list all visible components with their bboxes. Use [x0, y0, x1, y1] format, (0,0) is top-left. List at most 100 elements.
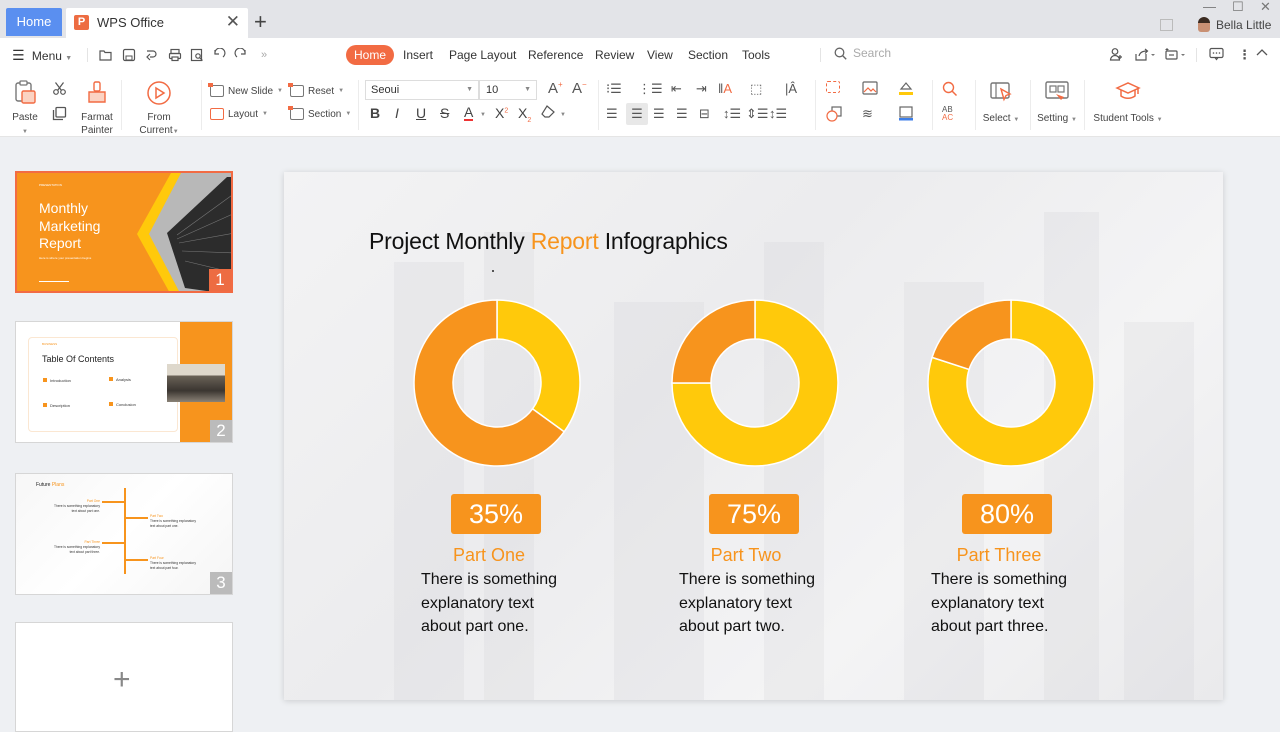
setting-button[interactable]: Setting ▼	[1036, 80, 1078, 127]
numbered-list-icon[interactable]: ⋮☰	[638, 81, 663, 97]
distribute-icon[interactable]: ⊟	[699, 106, 710, 122]
paragraph-spacing-icon[interactable]: ⇕☰	[746, 106, 769, 122]
outline-icon[interactable]	[898, 106, 914, 124]
more-commands-icon[interactable]: »	[257, 48, 271, 62]
reset-button[interactable]: Reset ▼	[288, 82, 344, 100]
user-account[interactable]: Bella Little	[1198, 17, 1271, 32]
minimize-icon[interactable]: —	[1203, 0, 1216, 14]
search-input[interactable]: Search	[834, 46, 891, 60]
align-left-icon[interactable]: ☰	[606, 106, 618, 122]
percent-badge-part-three[interactable]: 80%	[962, 494, 1052, 534]
main-menu-button[interactable]: ☰ Menu ▼	[12, 38, 72, 72]
donut-segment-remainder[interactable]	[931, 299, 1012, 371]
layout-button[interactable]: Layout ▼	[210, 105, 268, 123]
student-tools-button[interactable]: Student Tools ▼	[1092, 80, 1164, 127]
more-options-icon[interactable]: ⋮	[1238, 47, 1251, 63]
slide-thumbnail-3[interactable]: Future Plans Part One There is something …	[15, 473, 233, 595]
align-center-icon[interactable]: ☰	[626, 103, 648, 125]
increase-font-size-icon[interactable]: A+	[548, 80, 563, 97]
arrange-layers-icon[interactable]: ≋	[862, 106, 873, 122]
bullet-list-icon[interactable]: ⁝☰	[606, 81, 622, 97]
text-box-align-icon[interactable]: ⬚	[750, 81, 762, 97]
save-icon[interactable]	[122, 48, 136, 62]
print-icon[interactable]	[168, 48, 182, 62]
find-icon[interactable]	[942, 81, 958, 100]
tab-reference[interactable]: Reference	[528, 45, 583, 65]
part-two-description[interactable]: There is something explanatory text about …	[679, 568, 815, 639]
line-spacing-icon[interactable]: ↕☰	[723, 106, 741, 122]
add-slide-button[interactable]: +	[15, 622, 233, 732]
percent-badge-part-two[interactable]: 75%	[709, 494, 799, 534]
donut-chart-part-one[interactable]	[413, 299, 581, 467]
upload-share-icon[interactable]	[1134, 47, 1156, 65]
part-two-label[interactable]: Part Two	[646, 545, 846, 566]
percent-badge-part-one[interactable]: 35%	[451, 494, 541, 534]
tab-tools[interactable]: Tools	[742, 45, 770, 65]
slide-thumbnail-panel[interactable]: PRESENTATION Monthly Marketing Report He…	[0, 137, 262, 732]
fill-bucket-icon[interactable]	[898, 81, 914, 99]
tab-home[interactable]: Home	[346, 45, 395, 65]
current-slide[interactable]: Project Monthly Report Infographics 35% …	[284, 172, 1223, 700]
copy-icon[interactable]	[52, 106, 67, 126]
slide-editing-area[interactable]: Project Monthly Report Infographics 35% …	[262, 137, 1280, 720]
document-tab[interactable]: P WPS Office ✕	[66, 8, 248, 38]
redo-icon[interactable]	[234, 47, 248, 62]
comment-toolbar-icon[interactable]	[1164, 47, 1188, 65]
picture-icon[interactable]	[862, 81, 878, 98]
cut-icon[interactable]	[52, 81, 67, 101]
donut-segment-value[interactable]	[496, 299, 581, 433]
home-tab[interactable]: Home	[6, 8, 62, 36]
subscript-icon[interactable]: X2	[518, 105, 531, 124]
export-icon[interactable]	[145, 48, 159, 62]
maximize-icon[interactable]: ☐	[1232, 0, 1244, 15]
font-size-select[interactable]: 10 ▼	[479, 80, 537, 100]
tab-review[interactable]: Review	[595, 45, 634, 65]
slide-thumbnail-2[interactable]: BUSINESS Table Of Contents Introduction …	[15, 321, 233, 443]
close-tab-icon[interactable]: ✕	[226, 12, 240, 32]
increase-indent-icon[interactable]: ⇥	[696, 81, 707, 97]
slide-thumbnail-1[interactable]: PRESENTATION Monthly Marketing Report He…	[15, 171, 233, 293]
shapes-icon[interactable]	[826, 106, 842, 125]
font-color-icon[interactable]: A	[464, 105, 474, 121]
clear-formatting-icon[interactable]	[541, 105, 557, 122]
select-button[interactable]: Select ▼	[982, 80, 1020, 127]
part-one-label[interactable]: Part One	[389, 545, 589, 566]
share-collaborate-icon[interactable]	[1109, 47, 1124, 65]
tab-page-layout[interactable]: Page Layout	[449, 45, 516, 65]
font-name-select[interactable]: Seoui ▼	[365, 80, 479, 100]
superscript-icon[interactable]: X2	[495, 105, 508, 121]
window-close-icon[interactable]: ✕	[1260, 0, 1271, 15]
text-direction-icon[interactable]: ‖A	[718, 81, 732, 96]
paste-button[interactable]: Paste ▼	[9, 80, 41, 139]
text-box-icon[interactable]	[826, 81, 840, 96]
underline-icon[interactable]: U	[416, 105, 426, 121]
side-panel-icon[interactable]	[1160, 19, 1173, 31]
decrease-font-size-icon[interactable]: A−	[572, 80, 587, 97]
new-slide-button[interactable]: New Slide ▼	[208, 82, 283, 100]
slide-title[interactable]: Project Monthly Report Infographics	[369, 228, 728, 255]
bold-icon[interactable]: B	[370, 105, 380, 121]
chevron-down-icon[interactable]: ▼	[480, 112, 486, 118]
undo-icon[interactable]	[212, 47, 226, 62]
replace-icon[interactable]: AB AC	[942, 106, 953, 122]
tab-insert[interactable]: Insert	[403, 45, 433, 65]
collapse-ribbon-icon[interactable]	[1256, 47, 1268, 62]
donut-segment-remainder[interactable]	[671, 299, 756, 384]
strikethrough-icon[interactable]: S	[440, 105, 449, 121]
text-fit-icon[interactable]: |Â	[785, 81, 797, 96]
open-folder-icon[interactable]	[99, 48, 113, 62]
part-three-label[interactable]: Part Three	[899, 545, 1099, 566]
decrease-indent-icon[interactable]: ⇤	[671, 81, 682, 97]
donut-chart-part-two[interactable]	[671, 299, 839, 467]
italic-icon[interactable]: I	[395, 105, 399, 121]
tab-section[interactable]: Section	[688, 45, 728, 65]
chevron-down-icon[interactable]: ▼	[560, 112, 566, 118]
tab-view[interactable]: View	[647, 45, 673, 65]
part-three-description[interactable]: There is something explanatory text about …	[931, 568, 1067, 639]
spacing-options-icon[interactable]: ↕☰	[769, 106, 787, 122]
comments-icon[interactable]	[1209, 47, 1224, 64]
align-right-icon[interactable]: ☰	[653, 106, 665, 122]
justify-icon[interactable]: ☰	[676, 106, 688, 122]
part-one-description[interactable]: There is something explanatory text about …	[421, 568, 557, 639]
print-preview-icon[interactable]	[190, 48, 204, 62]
